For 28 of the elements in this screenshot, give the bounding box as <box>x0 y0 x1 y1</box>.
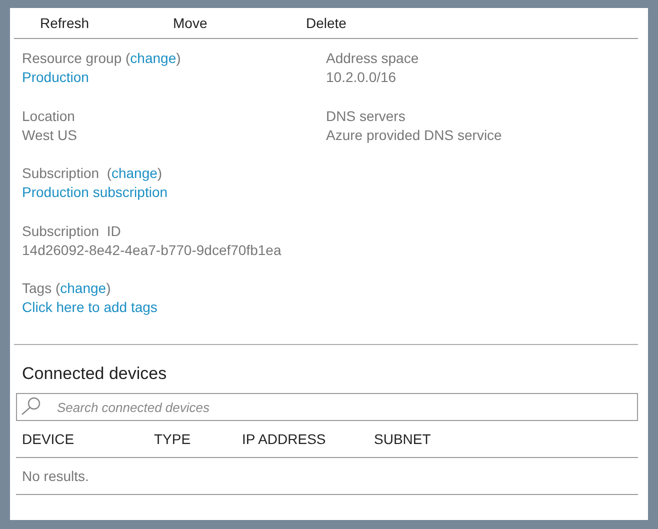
field-label: Subscription (change) <box>22 164 164 183</box>
field-value: 14d26092-8e42-4ea7-b770-9dcef70fb1ea <box>22 240 282 260</box>
change-link[interactable]: change <box>111 165 158 181</box>
column-header: DEVICE <box>22 431 76 447</box>
field-label: Resource group (change) <box>22 49 182 68</box>
search-icon <box>21 397 41 415</box>
toolbar-button[interactable]: Move <box>173 15 306 31</box>
change-link[interactable]: change <box>130 50 176 66</box>
section-title: Connected devices <box>22 364 168 384</box>
field-value-link[interactable]: Production <box>22 68 326 87</box>
field-label: DNS servers <box>326 106 406 126</box>
field-label: Location <box>22 106 76 126</box>
column-header: IP ADDRESS <box>242 431 327 447</box>
column-header: SUBNET <box>374 431 431 447</box>
field-value-link[interactable]: Click here to add tags <box>22 298 326 317</box>
field-value: 10.2.0.0/16 <box>326 68 398 87</box>
empty-message: No results. <box>16 458 638 495</box>
field-label: Address space <box>326 49 420 68</box>
change-link[interactable]: change <box>60 280 106 296</box>
toolbar-button[interactable]: Delete <box>306 15 439 31</box>
column-header: TYPE <box>154 431 192 447</box>
field-label: Tags (change) <box>22 279 112 298</box>
search-field[interactable]: Search connected devices <box>16 393 638 421</box>
toolbar-button[interactable]: Refresh <box>40 15 173 31</box>
field-value-link[interactable]: Production subscription <box>22 183 326 202</box>
field-value: West US <box>22 126 78 144</box>
field-value: Azure provided DNS service <box>326 126 503 144</box>
field-label: Subscription ID <box>22 222 122 240</box>
